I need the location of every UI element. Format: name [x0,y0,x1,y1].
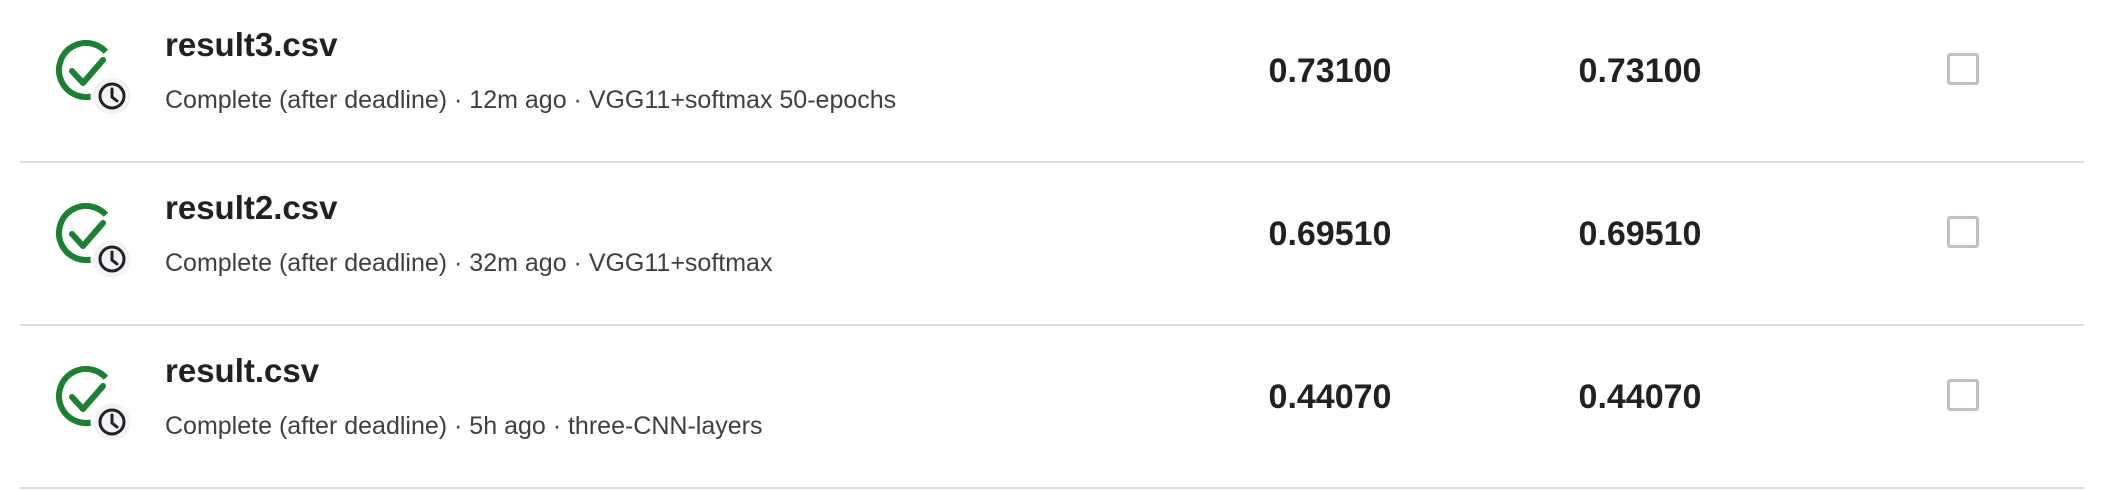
submission-row: result2.csv Complete (after deadline) · … [20,163,2084,326]
public-score: 0.44070 [1578,378,1702,416]
public-score: 0.73100 [1578,52,1702,90]
complete-late-status-icon [56,40,156,120]
submission-meta: Complete (after deadline) · 32m ago · VG… [165,249,773,277]
submission-meta: Complete (after deadline) · 5h ago · thr… [165,412,763,440]
private-score: 0.69510 [1268,215,1392,253]
complete-late-status-icon [56,203,156,283]
submission-filename[interactable]: result.csv [165,352,319,390]
submission-filename[interactable]: result3.csv [165,26,337,64]
submission-meta: Complete (after deadline) · 12m ago · VG… [165,86,897,114]
private-score: 0.44070 [1268,378,1392,416]
submission-row: result.csv Complete (after deadline) · 5… [20,326,2084,489]
submissions-list: result3.csv Complete (after deadline) · … [0,0,2103,491]
select-for-final-checkbox[interactable] [1947,379,1979,411]
complete-late-status-icon [56,366,156,446]
public-score: 0.69510 [1578,215,1702,253]
submission-filename[interactable]: result2.csv [165,189,337,227]
private-score: 0.73100 [1268,52,1392,90]
select-for-final-checkbox[interactable] [1947,216,1979,248]
submission-row: result3.csv Complete (after deadline) · … [20,0,2084,163]
select-for-final-checkbox[interactable] [1947,53,1979,85]
